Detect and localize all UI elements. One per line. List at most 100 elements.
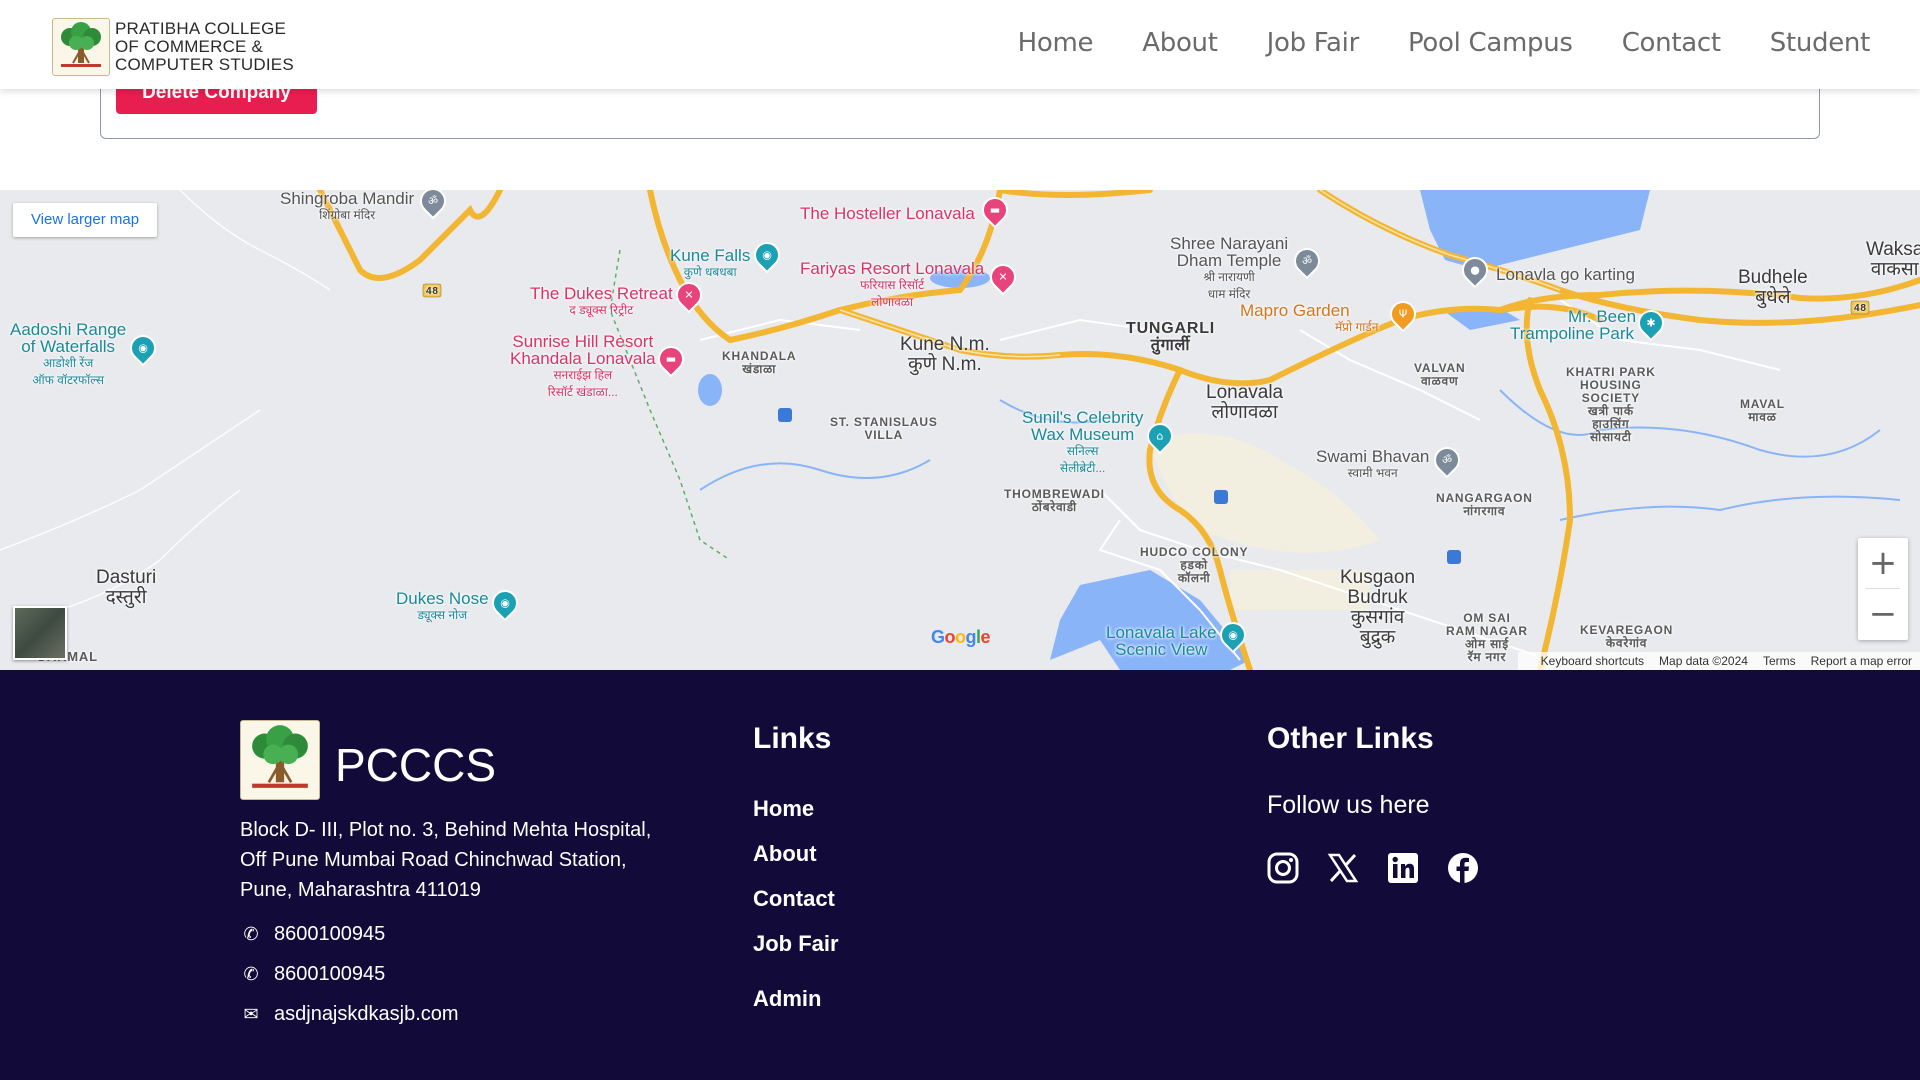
nav-job-fair[interactable]: Job Fair — [1267, 28, 1360, 58]
place-sunils-wax-museum[interactable]: Sunil's Celebrity Wax Museum सनिल्स सेली… — [1022, 409, 1143, 477]
place-narayani-temple[interactable]: Shree Narayani Dham Temple श्री नारायणी … — [1170, 235, 1288, 303]
place-khandala[interactable]: KHANDALA खंडाळा — [722, 350, 796, 376]
place-nangargaon[interactable]: NANGARGAON नांगरगाव — [1436, 492, 1533, 518]
place-kune-falls[interactable]: Kune Falls कुणे धबधबा — [670, 247, 750, 281]
banyan-tree-logo-icon — [240, 720, 320, 800]
footer-link-contact[interactable]: Contact — [753, 886, 835, 912]
label: Dasturi — [96, 567, 157, 588]
label-local: सनिल्स — [1066, 444, 1099, 458]
report-map-error-link[interactable]: Report a map error — [1811, 654, 1912, 668]
label-local: वाकसा — [1870, 259, 1919, 280]
zoom-control: + − — [1858, 538, 1908, 640]
label: Sunrise Hill Resort — [512, 332, 654, 351]
nav-home[interactable]: Home — [1018, 28, 1094, 58]
brand-line-3: COMPUTER STUDIES — [115, 55, 294, 74]
place-lonavla-karting[interactable]: Lonavla go karting — [1496, 266, 1635, 283]
label-local: दस्तुरी — [105, 587, 147, 608]
terms-link[interactable]: Terms — [1763, 654, 1796, 668]
label-local: कुणे N.m. — [908, 354, 982, 375]
follow-us-text: Follow us here — [1267, 791, 1430, 819]
footer-link-admin[interactable]: Admin — [753, 986, 821, 1012]
nav-pool-campus[interactable]: Pool Campus — [1408, 28, 1573, 58]
place-shingroba[interactable]: Shingroba Mandir शिंग्रोबा मंदिर — [280, 190, 414, 224]
label-local-2: रॅम नगर — [1467, 650, 1507, 664]
footer-link-job-fair[interactable]: Job Fair — [753, 931, 839, 957]
place-swami-bhavan[interactable]: Swami Bhavan स्वामी भवन — [1316, 448, 1429, 482]
banyan-tree-logo-icon — [52, 18, 110, 76]
place-lonavala-lake[interactable]: Lonavala Lake Scenic View — [1106, 624, 1217, 658]
nav-contact[interactable]: Contact — [1622, 28, 1721, 58]
label: TUNGARLI — [1126, 320, 1216, 337]
view-larger-map-button[interactable]: View larger map — [13, 203, 157, 237]
place-dukes-nose[interactable]: Dukes Nose ड्यूक्स नोज — [396, 590, 489, 624]
label-2: Dham Temple — [1176, 251, 1282, 270]
links-heading: Links — [753, 722, 832, 755]
place-tungarli[interactable]: TUNGARLI तुंगार्ली — [1126, 320, 1215, 354]
label-local-2: कॉलनी — [1177, 571, 1211, 585]
email-address: asdjnajskdkasjb.com — [274, 1003, 459, 1025]
satellite-toggle-button[interactable] — [13, 606, 67, 660]
place-aadoshi[interactable]: Aadoshi Range of Waterfalls आडोशी रेंज ऑ… — [10, 321, 126, 389]
place-hudco-colony[interactable]: HUDCO COLONY हडको कॉलनी — [1140, 546, 1248, 585]
place-maval[interactable]: MAVAL मावळ — [1740, 398, 1785, 424]
site-footer: PCCCS Block D- III, Plot no. 3, Behind M… — [0, 670, 1920, 1080]
label-local: केवरेगांव — [1605, 636, 1648, 650]
place-dukes-retreat[interactable]: The Dukes Retreat द ड्यूक्स रिट्रीट — [530, 285, 673, 319]
place-mapro-garden[interactable]: Mapro Garden मॅप्रो गार्डन — [1240, 302, 1378, 336]
place-hosteller[interactable]: The Hosteller Lonavala — [800, 205, 975, 222]
phone-row[interactable]: ✆ 8600100945 — [240, 963, 385, 986]
phone-number: 8600100945 — [274, 963, 386, 985]
place-stanislaus[interactable]: ST. STANISLAUS VILLA — [830, 416, 938, 442]
zoom-in-button[interactable]: + — [1858, 538, 1908, 588]
label: Shree Narayani — [1170, 234, 1289, 253]
facebook-icon[interactable] — [1446, 851, 1480, 885]
label-local: नांगरगाव — [1463, 504, 1506, 518]
place-budhele[interactable]: Budhele बुधेले — [1738, 268, 1808, 308]
embedded-map[interactable]: 48 48 Shingroba Mandir शिंग्रोबा मंदिर ॐ… — [0, 190, 1920, 670]
place-sunrise-hill[interactable]: Sunrise Hill Resort Khandala Lonavala सन… — [510, 333, 656, 401]
brand-line-1: PRATIBHA COLLEGE — [115, 19, 287, 38]
label-local: तुंगार्ली — [1150, 337, 1191, 354]
phone-row[interactable]: ✆ 8600100945 — [240, 923, 385, 946]
label: Kune N.m. — [900, 334, 990, 355]
other-links-heading: Other Links — [1267, 722, 1434, 755]
place-khatri-park[interactable]: KHATRI PARK HOUSING SOCIETY खत्री पार्क … — [1566, 366, 1656, 444]
footer-link-home[interactable]: Home — [753, 796, 814, 822]
linkedin-icon[interactable] — [1386, 851, 1420, 885]
label: Lonavala Lake — [1106, 623, 1217, 642]
phone-icon: ✆ — [243, 924, 259, 944]
place-kune-nm[interactable]: Kune N.m. कुणे N.m. — [900, 335, 990, 375]
keyboard-shortcuts-link[interactable]: Keyboard shortcuts — [1541, 654, 1644, 668]
place-waksai[interactable]: Waksa वाकसा — [1866, 240, 1920, 280]
brand[interactable]: PRATIBHA COLLEGE OF COMMERCE & COMPUTER … — [52, 18, 294, 76]
email-row[interactable]: ✉ asdjnajskdkasjb.com — [240, 1003, 459, 1026]
brand-name: PRATIBHA COLLEGE OF COMMERCE & COMPUTER … — [115, 20, 294, 74]
map-data-text: Map data ©2024 — [1659, 654, 1748, 668]
place-mr-been[interactable]: Mr. Been Trampoline Park — [1508, 308, 1636, 342]
place-kusgaon-budruk[interactable]: Kusgaon Budruk कुसगांव बुद्रुक — [1340, 568, 1415, 648]
label: Sunil's Celebrity — [1022, 408, 1144, 427]
nav-about[interactable]: About — [1142, 28, 1218, 58]
nav-student[interactable]: Student — [1770, 28, 1871, 58]
label: Swami Bhavan — [1316, 447, 1430, 466]
place-lonavala[interactable]: Lonavala लोणावळा — [1206, 383, 1283, 423]
instagram-icon[interactable] — [1266, 851, 1300, 885]
footer-link-about[interactable]: About — [753, 841, 817, 867]
label-local-2: सेलीब्रेटी... — [1059, 461, 1106, 475]
place-kevaregaon[interactable]: KEVAREGAON केवरेगांव — [1580, 624, 1673, 650]
place-om-sai-ram-nagar[interactable]: OM SAI RAM NAGAR ओम साई रॅम नगर — [1446, 612, 1528, 664]
place-fariyas[interactable]: Fariyas Resort Lonavala फरियास रिसॉर्ट ल… — [800, 260, 984, 311]
highway-48-shield-east: 48 — [1854, 303, 1867, 314]
place-thombrewadi[interactable]: THOMBREWADI ठोंबरेवाडी — [1004, 488, 1105, 514]
zoom-out-button[interactable]: − — [1858, 589, 1908, 639]
label: Fariyas Resort Lonavala — [800, 259, 985, 278]
place-valvan[interactable]: VALVAN वाळवण — [1414, 362, 1465, 388]
label-local: खंडाळा — [742, 362, 777, 376]
x-twitter-icon[interactable] — [1326, 851, 1360, 885]
footer-address: Block D- III, Plot no. 3, Behind Mehta H… — [240, 815, 651, 905]
footer-brand: PCCCS — [335, 739, 497, 791]
label-local: स्वामी भवन — [1347, 466, 1398, 480]
label-local: ठोंबरेवाडी — [1031, 500, 1077, 514]
label-2: of Waterfalls — [21, 337, 116, 356]
place-dasturi[interactable]: Dasturi दस्तुरी — [96, 568, 156, 608]
